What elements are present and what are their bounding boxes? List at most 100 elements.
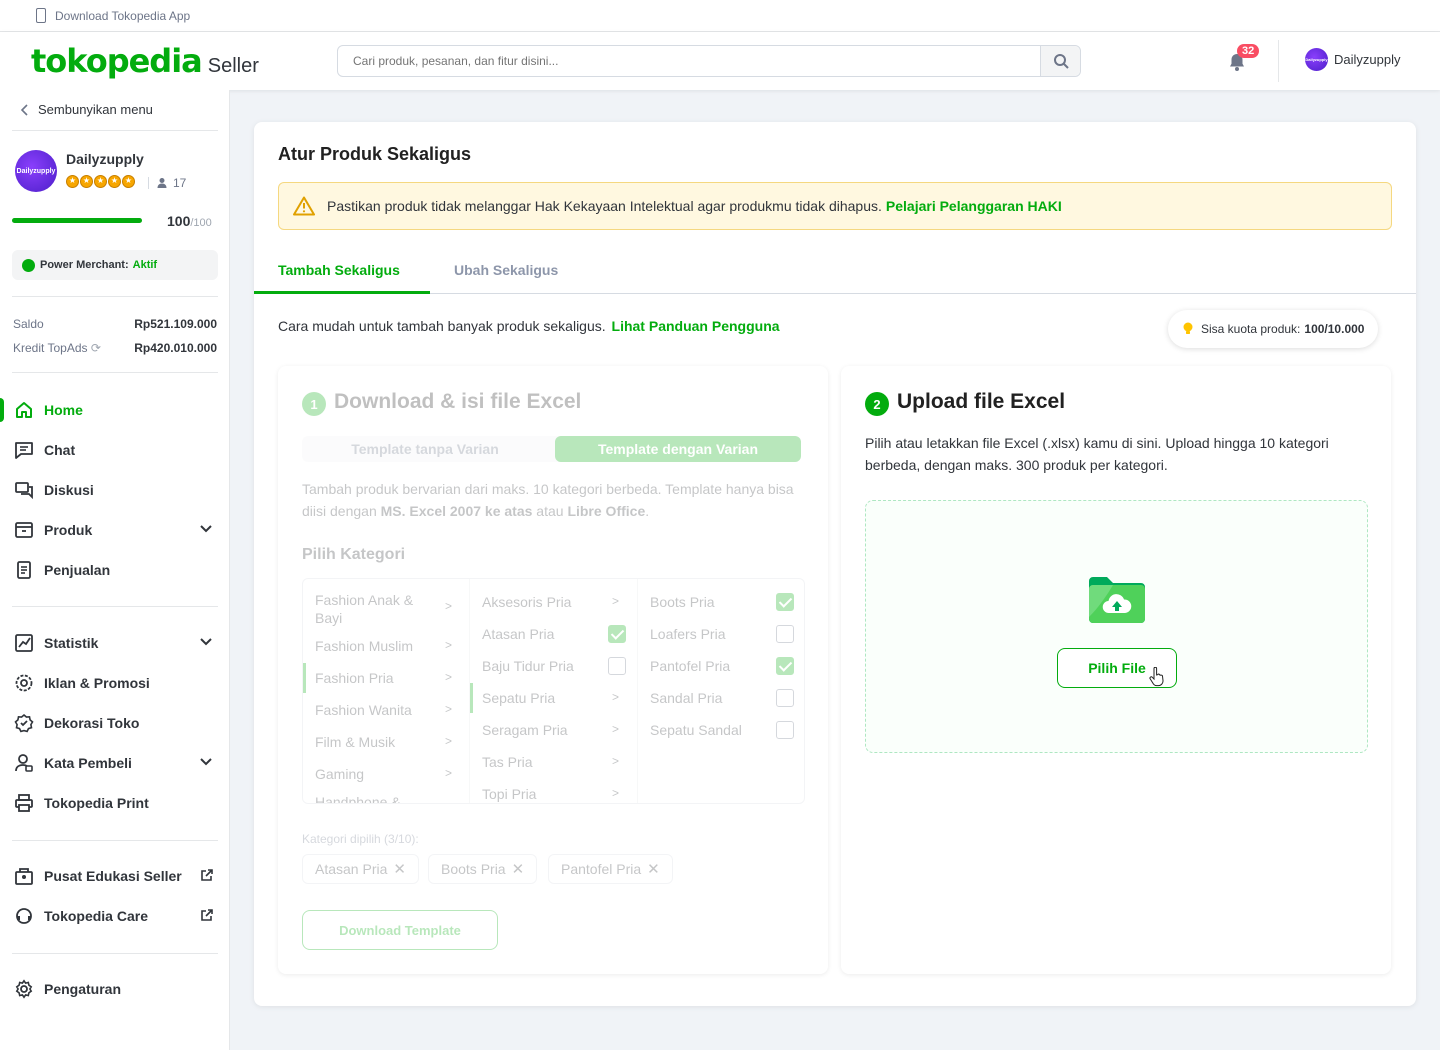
category-item-selected[interactable]: Sepatu Pria [482, 689, 555, 707]
user-guide-link[interactable]: Lihat Panduan Pengguna [612, 318, 780, 334]
sidebar-item-dekorasi[interactable]: Dekorasi Toko [0, 705, 229, 741]
warning-text: Pastikan produk tidak melanggar Hak Keka… [327, 198, 882, 214]
header-shop-menu[interactable]: Dailyzupply Dailyzupply [1305, 48, 1400, 71]
tab-bar: Tambah Sekaligus Ubah Sekaligus [254, 248, 1416, 294]
sidebar-item-diskusi[interactable]: Diskusi [0, 472, 229, 508]
power-merchant-status[interactable]: Power Merchant: Aktif [12, 250, 218, 280]
sidebar-item-print[interactable]: Tokopedia Print [0, 785, 229, 821]
sidebar-item-statistik[interactable]: Statistik [0, 625, 229, 661]
chevron-down-icon [200, 638, 212, 646]
category-item[interactable]: Film & Musik [315, 733, 395, 751]
category-checkbox[interactable] [776, 625, 794, 643]
sidebar-item-produk[interactable]: Produk [0, 512, 229, 548]
category-item[interactable]: Baju Tidur Pria [482, 657, 574, 675]
category-chip: Boots Pria ✕ [428, 854, 538, 884]
tab-ubah-sekaligus[interactable]: Ubah Sekaligus [454, 262, 558, 278]
file-drop-zone[interactable]: Pilih File [865, 500, 1368, 753]
hand-cursor-icon [1149, 667, 1164, 687]
saldo-label: Saldo [13, 317, 44, 331]
step2-title: Upload file Excel [897, 390, 1066, 413]
topads-label-text: Kredit TopAds [13, 341, 88, 355]
category-checkbox[interactable] [608, 625, 626, 643]
category-item[interactable]: Atasan Pria [482, 625, 554, 643]
search-button[interactable] [1040, 46, 1080, 76]
sidebar-item-care[interactable]: Tokopedia Care [0, 898, 229, 934]
sidebar-item-edukasi[interactable]: Pusat Edukasi Seller [0, 858, 229, 894]
close-icon[interactable]: ✕ [647, 860, 660, 878]
shop-name[interactable]: Dailyzupply [66, 151, 144, 167]
divider [12, 372, 218, 373]
category-item[interactable]: Loafers Pria [650, 625, 725, 643]
printer-icon [15, 794, 33, 812]
hide-menu-label: Sembunyikan menu [38, 102, 153, 117]
sidebar-item-label: Home [44, 402, 83, 418]
logo[interactable]: tokopedia Seller [31, 42, 259, 80]
category-checkbox[interactable] [776, 721, 794, 739]
haki-link[interactable]: Pelajari Pelanggaran HAKI [886, 198, 1062, 214]
followers-icon [157, 178, 167, 188]
category-item[interactable]: Boots Pria [650, 593, 715, 611]
category-item[interactable]: Fashion Anak & Bayi [315, 591, 425, 627]
topads-label: Kredit TopAds ⟳ [13, 341, 101, 355]
sidebar-item-chat[interactable]: Chat [0, 432, 229, 468]
star-icon: ★ [108, 175, 121, 188]
sidebar-item-home[interactable]: Home [0, 392, 229, 428]
template-toggle: Template tanpa Varian Template dengan Va… [302, 436, 801, 462]
folder-upload-icon [1089, 577, 1145, 623]
close-icon[interactable]: ✕ [393, 860, 406, 878]
gear-icon [15, 979, 33, 999]
sidebar-item-penjualan[interactable]: Penjualan [0, 552, 229, 588]
category-item-selected[interactable]: Fashion Pria [315, 669, 394, 687]
category-checkbox[interactable] [608, 657, 626, 675]
category-item[interactable]: Topi Pria [482, 785, 536, 803]
search-input[interactable] [338, 46, 1040, 76]
category-item[interactable]: Sepatu Sandal [650, 721, 742, 739]
close-icon[interactable]: ✕ [512, 860, 525, 878]
sidebar-item-kata-pembeli[interactable]: Kata Pembeli [0, 745, 229, 781]
category-item[interactable]: Gaming [315, 765, 364, 783]
category-column-3: Boots Pria Loafers Pria Pantofel Pria Sa… [638, 579, 804, 803]
download-app-link[interactable]: Download Tokopedia App [55, 9, 190, 23]
refresh-icon[interactable]: ⟳ [91, 341, 101, 355]
topads-row[interactable]: Kredit TopAds ⟳ Rp420.010.000 [13, 341, 217, 355]
category-item[interactable]: Tas Pria [482, 753, 533, 771]
chevron-right-icon: > [445, 670, 453, 684]
template-without-variant-option[interactable]: Template tanpa Varian [302, 436, 548, 462]
step1-description: Tambah produk bervarian dari maks. 10 ka… [302, 478, 807, 522]
tab-tambah-sekaligus[interactable]: Tambah Sekaligus [278, 262, 400, 278]
step2-number: 2 [865, 392, 889, 416]
shop-avatar[interactable]: Dailyzupply [15, 150, 57, 192]
chevron-left-icon [20, 103, 28, 116]
category-selected-indicator [470, 683, 473, 713]
discussion-icon [15, 482, 33, 500]
haki-warning: Pastikan produk tidak melanggar Hak Keka… [278, 182, 1392, 230]
followers-count: 17 [148, 176, 186, 190]
top-bar: Download Tokopedia App [0, 0, 1440, 32]
hide-menu-button[interactable]: Sembunyikan menu [20, 102, 153, 117]
category-item[interactable]: Pantofel Pria [650, 657, 730, 675]
sidebar-item-iklan[interactable]: Iklan & Promosi [0, 665, 229, 701]
category-item[interactable]: Seragam Pria [482, 721, 568, 739]
chosen-categories-label: Kategori dipilih (3/10): [302, 832, 419, 846]
search-bar [337, 45, 1081, 77]
ads-icon [15, 674, 33, 692]
step1-panel: 1 Download & isi file Excel Template tan… [278, 366, 828, 974]
buyer-review-icon [15, 754, 33, 772]
score: 100/100 [167, 213, 212, 229]
category-item[interactable]: Sandal Pria [650, 689, 722, 707]
category-checkbox[interactable] [776, 689, 794, 707]
sidebar-item-pengaturan[interactable]: Pengaturan [0, 971, 229, 1007]
template-with-variant-option[interactable]: Template dengan Varian [555, 436, 801, 462]
category-checkbox[interactable] [776, 657, 794, 675]
saldo-row[interactable]: Saldo Rp521.109.000 [13, 317, 217, 331]
category-item[interactable]: Aksesoris Pria [482, 593, 571, 611]
chip-label: Pantofel Pria [561, 861, 642, 877]
desc-part: Libre Office [567, 503, 646, 519]
step2-panel: 2 Upload file Excel Pilih atau letakkan … [841, 366, 1391, 974]
category-item[interactable]: Fashion Muslim [315, 637, 413, 655]
category-chip: Atasan Pria ✕ [302, 854, 419, 884]
category-checkbox[interactable] [776, 593, 794, 611]
category-item[interactable]: Fashion Wanita [315, 701, 412, 719]
download-template-button[interactable]: Download Template [302, 910, 498, 950]
category-item[interactable]: Handphone & [315, 793, 401, 803]
